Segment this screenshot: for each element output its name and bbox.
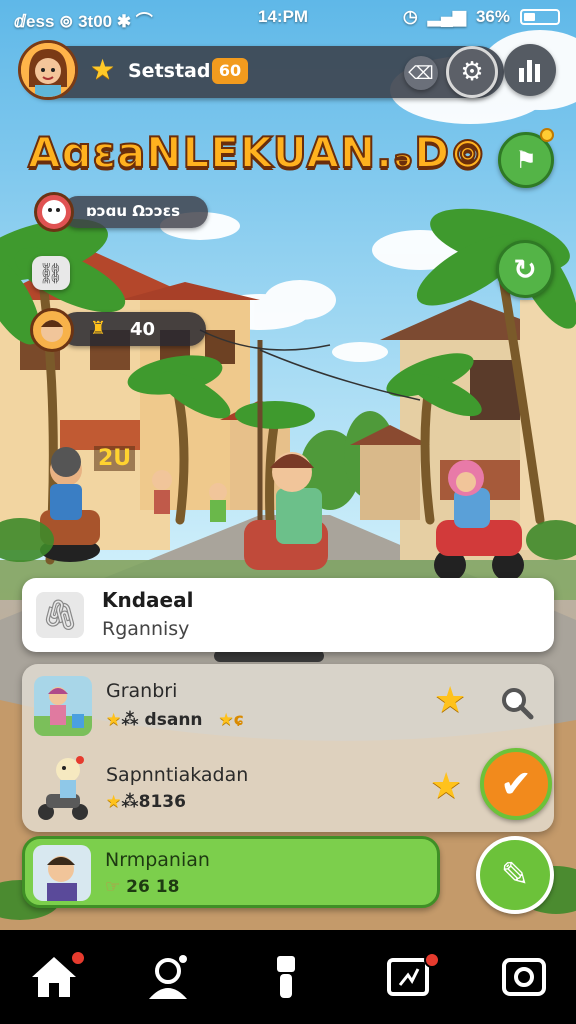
list-item-meta: ★⁂ dsann ★ɕ bbox=[106, 710, 244, 730]
eraser-button[interactable]: ⌫ bbox=[404, 56, 438, 90]
coins-pill: ♜ 40 bbox=[60, 312, 206, 346]
girl-portrait-icon bbox=[21, 43, 75, 97]
chain-icon: ⛓ bbox=[38, 261, 64, 285]
coin-bag-icon: ♜ bbox=[90, 318, 107, 339]
notification-dot bbox=[70, 950, 86, 966]
star-icon: ★ bbox=[90, 53, 116, 86]
confirm-button[interactable]: ✔ bbox=[480, 748, 552, 820]
boy-portrait-icon bbox=[41, 320, 63, 342]
list-item-name: Sapnntiakadan bbox=[106, 764, 249, 786]
coins-count: 40 bbox=[130, 319, 156, 340]
man-portrait-icon bbox=[47, 856, 77, 901]
active-quest-thumbnail bbox=[33, 845, 91, 901]
link-button[interactable]: ⛓ bbox=[32, 256, 70, 290]
paperclip-icon-box: 🖇 bbox=[36, 592, 84, 638]
gear-icon: ⚙ bbox=[460, 57, 484, 87]
refresh-icon: ↻ bbox=[513, 252, 537, 286]
paperclip-icon: 🖇 bbox=[40, 597, 80, 633]
refresh-button[interactable]: ↻ bbox=[496, 240, 554, 298]
list-item-thumbnail bbox=[34, 676, 92, 736]
dog-icon bbox=[42, 200, 66, 224]
subtitle-text: ɒɔɑu Ωɔɔɛs bbox=[86, 202, 181, 220]
search-icon bbox=[502, 688, 534, 720]
status-time: 14:PM bbox=[258, 7, 309, 26]
eraser-icon: ⌫ bbox=[408, 62, 434, 84]
game-title: AɑɛaNLEKUAN.ₔD⊚ bbox=[27, 127, 487, 178]
check-icon: ✔ bbox=[500, 762, 532, 806]
shop-sign: 2U bbox=[94, 446, 136, 471]
active-quest-row[interactable]: Nrmpanian ☞ 26 18 bbox=[22, 836, 440, 908]
villager-avatar[interactable] bbox=[30, 308, 74, 352]
search-card[interactable]: 🖇 Kndaeal Rgannisy bbox=[22, 578, 554, 652]
edit-button[interactable]: ✎ bbox=[476, 836, 554, 914]
active-quest-name: Nrmpanian bbox=[105, 849, 210, 871]
pencil-icon: ✎ bbox=[500, 855, 530, 895]
hand-icon: ☞ bbox=[105, 877, 121, 897]
star-icon[interactable]: ★ bbox=[434, 680, 466, 721]
quest-list bbox=[22, 664, 554, 832]
flashlight-icon bbox=[277, 956, 295, 998]
flag-icon: ⚑ bbox=[515, 146, 537, 174]
list-item-thumbnail bbox=[32, 750, 94, 824]
status-left: ⅆess ⊚ 3t00 ✱ ⌒ bbox=[14, 12, 153, 31]
list-item-meta: ★⁂8136 bbox=[106, 792, 186, 812]
search-card-title: Kndaeal bbox=[102, 588, 194, 612]
alarm-icon: ◷ bbox=[402, 7, 418, 26]
battery-level: 36% bbox=[475, 7, 510, 26]
status-bar: ⅆess ⊚ 3t00 ✱ ⌒ 14:PM ◷ ▂▄▆ 36% bbox=[0, 0, 576, 34]
player-name: Setstad bbox=[128, 60, 211, 82]
character-icon bbox=[149, 955, 187, 999]
notification-dot bbox=[424, 952, 440, 968]
star-icon: ★ bbox=[106, 792, 122, 812]
star-icon: ★ bbox=[106, 710, 122, 730]
tab-flashlight[interactable] bbox=[236, 930, 336, 1024]
subtitle-pill: ɒɔɑu Ωɔɔɛs bbox=[62, 196, 208, 228]
camera-icon bbox=[502, 958, 546, 996]
settings-button[interactable]: ⚙ bbox=[446, 46, 498, 98]
status-right: ◷ ▂▄▆ 36% bbox=[403, 7, 560, 27]
star-icon[interactable]: ★ bbox=[430, 766, 462, 807]
player-avatar[interactable] bbox=[18, 40, 78, 100]
notification-dot bbox=[540, 128, 554, 142]
dog-avatar[interactable] bbox=[34, 192, 74, 232]
search-card-subtitle: Rgannisy bbox=[102, 618, 190, 640]
tab-camera[interactable] bbox=[474, 930, 574, 1024]
star-icon: ★ bbox=[218, 710, 234, 730]
search-button[interactable] bbox=[496, 682, 538, 724]
girl-bucket-icon bbox=[34, 687, 92, 736]
stats-button[interactable] bbox=[504, 44, 556, 96]
tab-tasks[interactable] bbox=[358, 930, 458, 1024]
battery-icon bbox=[520, 9, 560, 25]
bottom-nav bbox=[0, 930, 576, 1024]
active-quest-meta: ☞ 26 18 bbox=[105, 877, 180, 897]
scooter-character-icon bbox=[38, 756, 88, 820]
tab-home[interactable] bbox=[4, 930, 104, 1024]
bars-icon bbox=[519, 60, 540, 82]
signal-icon: ▂▄▆ bbox=[427, 7, 466, 26]
level-badge: 60 bbox=[212, 58, 248, 84]
list-item-name: Granbri bbox=[106, 680, 178, 702]
tab-character[interactable] bbox=[118, 930, 218, 1024]
